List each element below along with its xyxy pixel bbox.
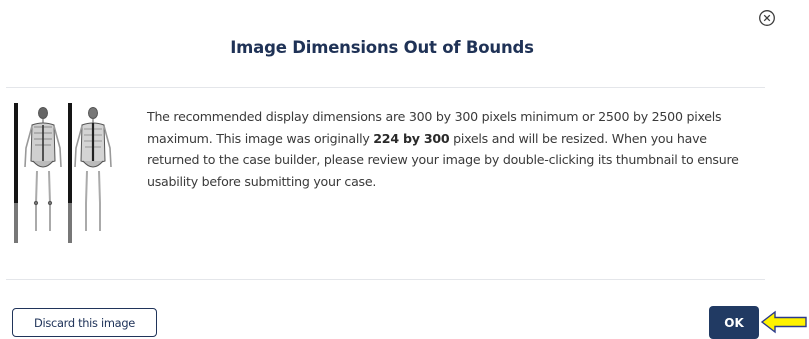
image-dimensions-dialog: Image Dimensions Out of Bounds The recom…	[0, 0, 809, 339]
close-icon[interactable]	[758, 9, 776, 27]
footer-divider	[6, 279, 765, 280]
header-divider	[6, 87, 765, 88]
image-thumbnail	[14, 103, 112, 243]
discard-image-button[interactable]: Discard this image	[12, 308, 157, 337]
left-arrow-icon	[760, 310, 807, 334]
dialog-message: The recommended display dimensions are 3…	[147, 106, 747, 192]
ok-button[interactable]: OK	[709, 306, 759, 339]
dialog-title: Image Dimensions Out of Bounds	[230, 38, 534, 57]
message-original-size: 224 by 300	[373, 130, 450, 146]
